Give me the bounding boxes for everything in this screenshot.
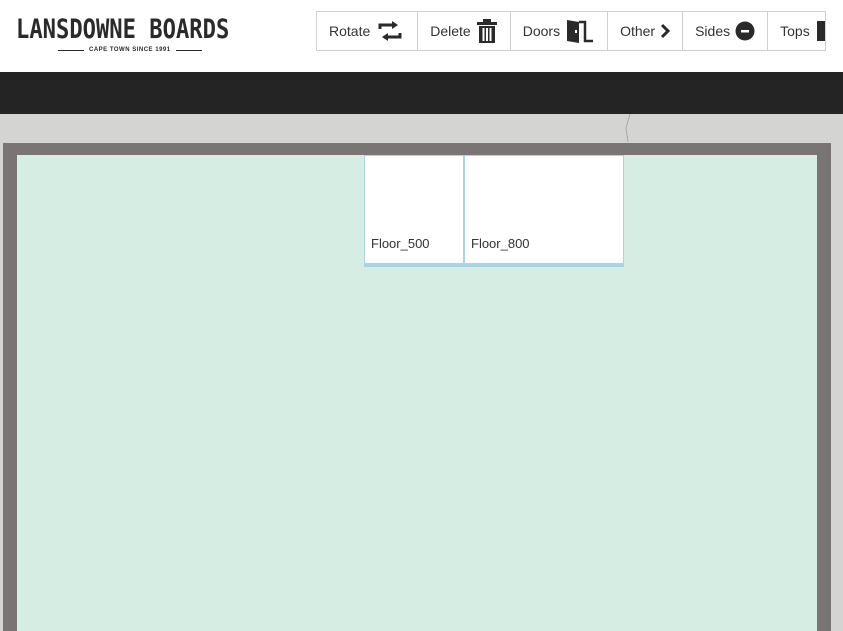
floor-board-500[interactable]: Floor_500 — [364, 155, 464, 267]
minus-circle-icon — [735, 21, 755, 41]
canvas-backdrop: Floor_500 Floor_800 — [0, 114, 843, 631]
chevron-right-icon — [660, 23, 671, 39]
logo-divider-right — [175, 49, 202, 51]
doors-button[interactable]: Doors — [510, 11, 609, 51]
header: LANSDOWNE BOARDS CAPE TOWN SINCE 1991 Ro… — [0, 0, 843, 72]
logo-divider-left — [58, 49, 84, 51]
door-icon — [565, 19, 595, 43]
doors-button-label: Doors — [522, 23, 561, 39]
trash-icon — [476, 19, 498, 43]
rotate-button-label: Rotate — [329, 23, 371, 39]
delete-button-label: Delete — [430, 23, 471, 39]
room-frame: Floor_500 Floor_800 — [3, 143, 831, 631]
toolbar: Rotate Delete Doors Other Sides Tops — [316, 11, 826, 51]
floor-board-800[interactable]: Floor_800 — [464, 155, 624, 267]
other-button-label: Other — [620, 23, 656, 39]
nav-bar — [0, 72, 843, 114]
logo-title: LANSDOWNE BOARDS — [16, 14, 230, 45]
logo-tagline: CAPE TOWN SINCE 1991 — [89, 47, 171, 53]
tops-button[interactable]: Tops — [768, 11, 826, 51]
board-label: Floor_800 — [471, 236, 530, 251]
tops-button-label: Tops — [780, 23, 810, 39]
other-button[interactable]: Other — [608, 11, 684, 51]
sides-button[interactable]: Sides — [683, 11, 769, 51]
backdrop-texture — [625, 114, 631, 143]
logo[interactable]: LANSDOWNE BOARDS CAPE TOWN SINCE 1991 — [16, 14, 248, 60]
delete-button[interactable]: Delete — [418, 11, 511, 51]
rotate-icon — [375, 21, 405, 41]
tops-icon — [815, 21, 825, 41]
board-label: Floor_500 — [371, 236, 430, 251]
sides-button-label: Sides — [695, 23, 731, 39]
rotate-button[interactable]: Rotate — [316, 11, 419, 51]
room-floor[interactable]: Floor_500 Floor_800 — [17, 155, 817, 631]
logo-tagline-row: CAPE TOWN SINCE 1991 — [58, 47, 202, 53]
